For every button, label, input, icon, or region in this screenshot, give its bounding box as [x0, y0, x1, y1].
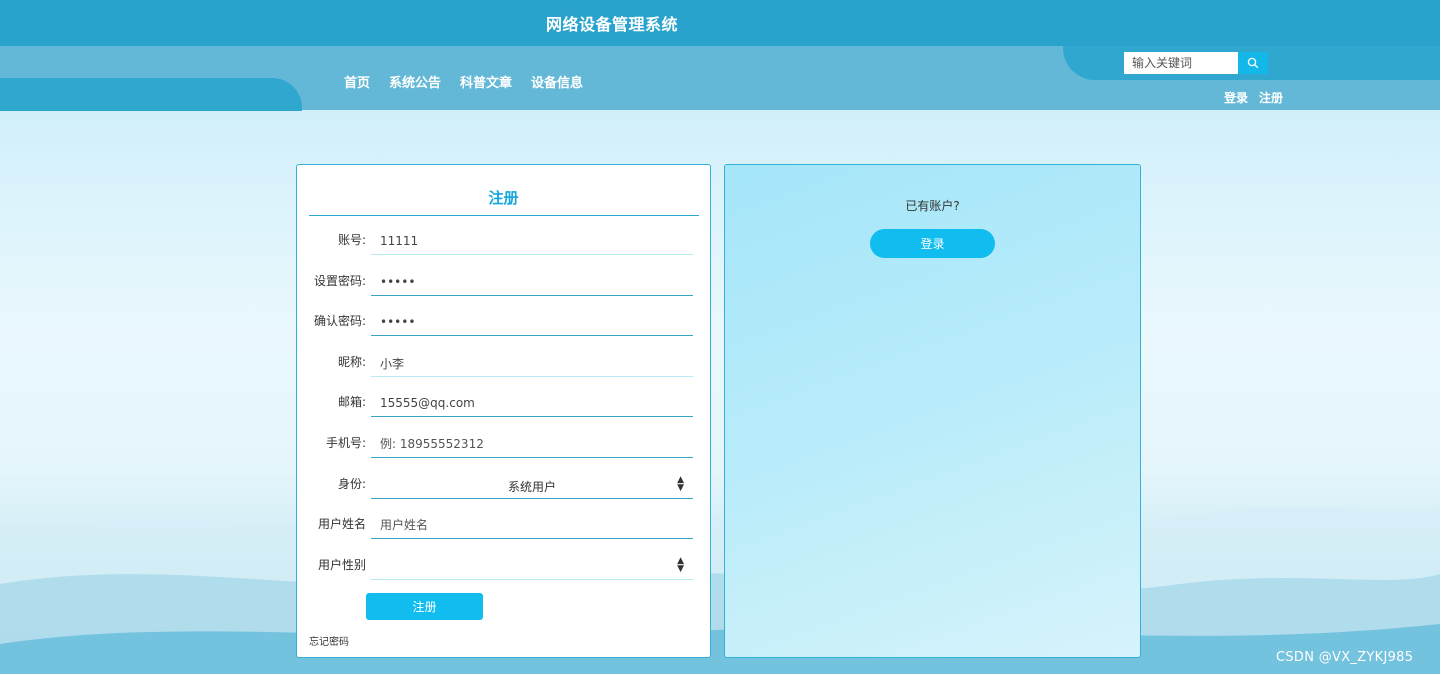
gender-select[interactable]: ▲ ▼	[371, 553, 693, 577]
header-register-link[interactable]: 注册	[1259, 89, 1283, 106]
password-label: 设置密码:	[313, 274, 366, 288]
login-panel: 已有账户? 登录	[724, 164, 1141, 658]
confirm-password-label: 确认密码:	[313, 314, 366, 328]
phone-row: 手机号:	[297, 424, 710, 464]
auth-links: 登录 注册	[1224, 89, 1283, 106]
background-hills	[0, 508, 1440, 674]
gender-row: 用户性别 ▲ ▼	[297, 546, 710, 586]
top-bar: 网络设备管理系统	[0, 0, 1440, 46]
role-select-value: 系统用户	[507, 480, 556, 494]
search-icon	[1247, 57, 1259, 69]
confirm-password-input[interactable]	[371, 310, 693, 334]
nickname-input[interactable]	[371, 351, 693, 375]
select-arrows-icon: ▲ ▼	[677, 556, 684, 574]
main-nav: 首页 系统公告 科普文章 设备信息	[344, 72, 583, 91]
title-divider	[309, 215, 699, 216]
field-underline	[371, 498, 693, 499]
register-panel: 注册 账号: 设置密码: 确认密码: 昵称: 邮箱: 手机号: 身份: 系统用户…	[296, 164, 711, 658]
realname-label: 用户姓名	[317, 517, 366, 531]
nav-decoration-left	[0, 78, 302, 111]
role-row: 身份: 系统用户 ▲ ▼	[297, 465, 710, 505]
field-underline	[371, 416, 693, 417]
have-account-text: 已有账户?	[905, 199, 960, 213]
register-submit-button[interactable]: 注册	[366, 593, 483, 620]
account-input[interactable]	[371, 229, 693, 253]
phone-input[interactable]	[371, 432, 693, 456]
nickname-label: 昵称:	[337, 355, 366, 369]
search-button[interactable]	[1238, 52, 1268, 74]
gender-label: 用户性别	[317, 558, 366, 572]
login-button[interactable]: 登录	[870, 229, 995, 258]
role-select[interactable]: 系统用户 ▲ ▼	[371, 472, 693, 496]
search-input[interactable]	[1124, 52, 1238, 74]
realname-row: 用户姓名	[297, 505, 710, 545]
realname-input[interactable]	[371, 513, 693, 537]
field-underline	[371, 457, 693, 458]
email-label: 邮箱:	[337, 395, 366, 409]
field-underline	[371, 295, 693, 296]
email-row: 邮箱:	[297, 383, 710, 423]
search-bar	[1124, 52, 1268, 74]
nav-item-announcements[interactable]: 系统公告	[389, 72, 441, 91]
field-underline	[371, 538, 693, 539]
field-underline	[371, 335, 693, 336]
email-input[interactable]	[371, 391, 693, 415]
nav-item-home[interactable]: 首页	[344, 72, 370, 91]
account-label: 账号:	[337, 233, 366, 247]
phone-label: 手机号:	[325, 436, 366, 450]
nav-item-devices[interactable]: 设备信息	[531, 72, 583, 91]
field-underline	[371, 376, 693, 377]
register-title: 注册	[488, 189, 519, 207]
confirm-password-row: 确认密码:	[297, 302, 710, 342]
nav-item-articles[interactable]: 科普文章	[460, 72, 512, 91]
field-underline	[371, 579, 693, 580]
select-arrows-icon: ▲ ▼	[677, 475, 684, 493]
field-underline	[371, 254, 693, 255]
account-row: 账号:	[297, 221, 710, 261]
role-label: 身份:	[337, 477, 366, 491]
password-row: 设置密码:	[297, 262, 710, 302]
nickname-row: 昵称:	[297, 343, 710, 383]
watermark: CSDN @VX_ZYKJ985	[1276, 650, 1414, 665]
site-title: 网络设备管理系统	[546, 15, 679, 34]
password-input[interactable]	[371, 270, 693, 294]
header-login-link[interactable]: 登录	[1224, 89, 1248, 106]
forgot-password-link[interactable]: 忘记密码	[309, 633, 349, 648]
